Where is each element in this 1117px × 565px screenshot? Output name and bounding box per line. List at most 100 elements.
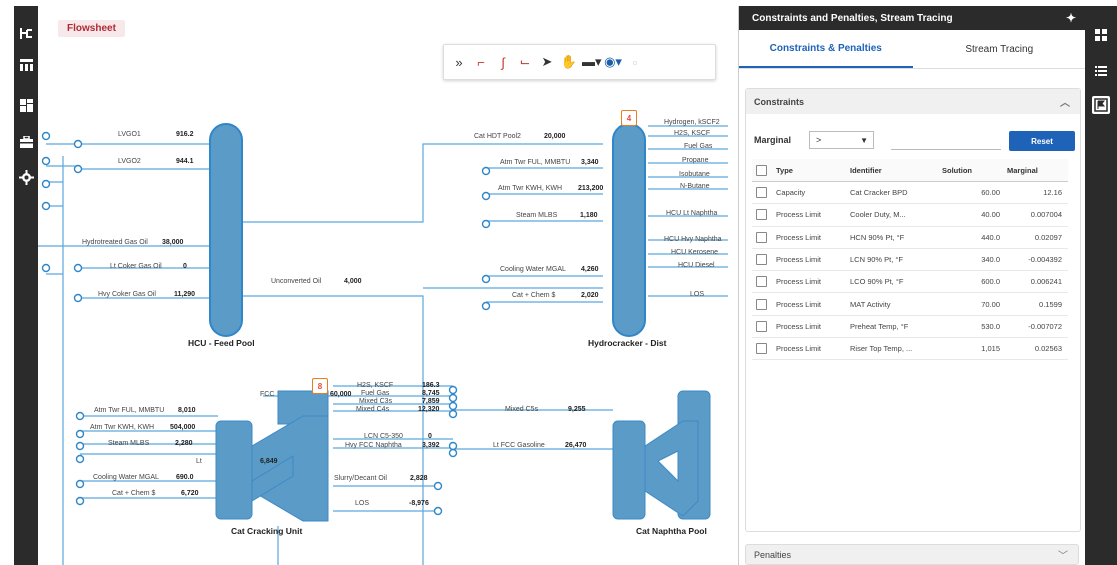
cell-solution: 530.0 [941,315,1006,339]
curve-tool-icon[interactable]: ∫ [494,55,512,70]
cell-identifier: MAT Activity [849,292,941,316]
disabled-icon: ▫ [632,54,638,70]
output-label: N-Butane [680,183,710,190]
pan-hand-icon[interactable]: ✋ [560,54,578,70]
output-label: LOS [690,291,705,298]
dashboard-icon[interactable] [17,96,35,114]
stream-label: FCC [260,391,275,398]
stream-label: Hydrotreated Gas Oil [82,239,148,246]
cell-solution: 70.00 [941,292,1006,316]
tab-constraints-penalties[interactable]: Constraints & Penalties [739,30,913,68]
constraints-header[interactable]: Constraints ︿ [746,89,1080,114]
marginal-value-input[interactable] [891,131,1001,150]
table-row[interactable]: Capacity Cat Cracker BPD 60.00 12.16 [752,181,1068,205]
stream-value: 38,000 [162,239,184,246]
unit-name[interactable]: HCU - Feed Pool [188,338,255,348]
grid-icon[interactable] [1092,26,1110,44]
unit-name[interactable]: Cat Cracking Unit [231,526,302,536]
chevron-up-icon[interactable]: ︿ [1060,94,1070,109]
toolbox-icon[interactable] [17,133,35,151]
output-value: 7,859 [422,398,440,405]
table-row[interactable]: Process Limit Preheat Temp, °F 530.0 -0.… [752,315,1068,339]
column-header-marginal[interactable]: Marginal [1006,159,1068,182]
tab-stream-tracing[interactable]: Stream Tracing [913,30,1087,68]
panel-tabs: Constraints & Penalties Stream Tracing [739,30,1086,69]
stream-label: Atm Twr FUL, MMBTU [500,159,571,166]
row-checkbox[interactable] [756,298,767,310]
row-checkbox[interactable] [756,320,767,332]
row-checkbox[interactable] [756,231,767,243]
output-label: Mixed C3s [359,398,393,405]
gear-icon[interactable] [17,168,35,186]
column-header-type[interactable]: Type [775,159,849,182]
output-value: 3,392 [422,442,440,449]
unit-name[interactable]: Hydrocracker - Dist [588,338,666,348]
panel-title: Constraints and Penalties, Stream Tracin… [739,6,1086,30]
output-value: 186.3 [422,382,440,389]
caret-down-icon: ▼ [860,136,868,145]
stream-label: Lt Coker Gas Oil [110,263,162,270]
flow-tree-icon[interactable] [17,24,35,42]
chevron-down-icon[interactable]: ﹀ [1058,547,1068,562]
output-label: Slurry/Decant Oil [334,475,387,482]
stream-value: 20,000 [544,133,566,140]
cell-identifier: LCN 90% Pt, °F [849,248,941,272]
cell-marginal: 0.02097 [1006,226,1068,249]
output-value: 2,828 [410,475,428,482]
cell-solution: 600.0 [941,270,1006,294]
constraints-header-label: Constraints [754,96,805,107]
output-label: Fuel Gas [361,390,390,397]
cell-type: Process Limit [775,270,849,294]
table-row[interactable]: Process Limit Cooler Duty, M... 40.00 0.… [752,203,1068,227]
column-header-solution[interactable]: Solution [941,159,1006,182]
cell-type: Capacity [775,181,849,205]
stream-value: 6,849 [260,458,278,465]
row-checkbox[interactable] [756,343,767,355]
penalties-header[interactable]: Penalties ﹀ [745,544,1079,565]
column-header-identifier[interactable]: Identifier [849,159,941,182]
cell-identifier: Riser Top Temp, ... [849,337,941,361]
reset-button[interactable]: Reset [1009,131,1075,151]
stream-value: 690.0 [176,474,194,481]
view-eye-icon[interactable]: ◉▾ [604,54,622,70]
flag-panel-icon[interactable] [1092,96,1110,114]
row-checkbox[interactable] [756,187,767,199]
row-checkbox[interactable] [756,209,767,221]
list-icon[interactable] [1092,62,1110,80]
output-label: LCN C5-350 [364,433,403,440]
table-row[interactable]: Process Limit HCN 90% Pt, °F 440.0 0.020… [752,226,1068,249]
stream-label: Lt FCC Gasoline [493,442,545,449]
output-label: Hvy FCC Naphtha [345,442,402,449]
alert-badge[interactable]: 4 [621,110,637,126]
table-icon[interactable] [17,56,35,74]
stream-label: Mixed C5s [505,406,539,413]
row-checkbox[interactable] [756,254,767,266]
cell-identifier: Cooler Duty, M... [849,203,941,227]
alert-badge[interactable]: 8 [312,378,328,394]
pin-icon[interactable]: ✦ [1066,11,1076,25]
flowsheet-canvas[interactable]: Flowsheet » ⌐ ∫ ⌙ ➤ ✋ ▬▾ ◉▾ ▫ LVGO1 916.… [38,6,738,565]
table-row[interactable]: Process Limit MAT Activity 70.00 0.1599 [752,292,1068,316]
connector-tool-icon[interactable]: ⌐ [472,55,490,70]
table-row[interactable]: Process Limit LCN 90% Pt, °F 340.0 -0.00… [752,248,1068,272]
table-row[interactable]: Process Limit Riser Top Temp, ... 1,015 … [752,337,1068,361]
constraints-card: Constraints ︿ Marginal > ▼ Reset Type Id… [745,88,1081,532]
constraints-panel: Constraints and Penalties, Stream Tracin… [738,6,1086,565]
table-row[interactable]: Process Limit LCO 90% Pt, °F 600.0 0.006… [752,270,1068,294]
layout-icon[interactable]: ▬▾ [582,54,602,70]
cell-marginal: -0.004392 [1006,248,1068,272]
pointer-icon[interactable]: ➤ [538,54,556,70]
select-all-checkbox[interactable] [756,164,767,176]
cell-identifier: LCO 90% Pt, °F [849,270,941,294]
row-checkbox[interactable] [756,276,767,288]
output-label: HCU Diesel [678,262,715,269]
unit-name[interactable]: Cat Naphtha Pool [636,526,707,536]
stream-value: 213,200 [578,185,604,192]
link-tool-icon[interactable]: ⌙ [516,54,534,70]
constraints-table: Type Identifier Solution Marginal Capaci… [752,159,1068,361]
stream-value: 916.2 [176,131,194,138]
marginal-operator-select[interactable]: > ▼ [809,131,874,149]
stream-value: 4,000 [344,278,362,285]
stream-label: LVGO2 [118,158,141,165]
expand-icon[interactable]: » [450,55,468,70]
